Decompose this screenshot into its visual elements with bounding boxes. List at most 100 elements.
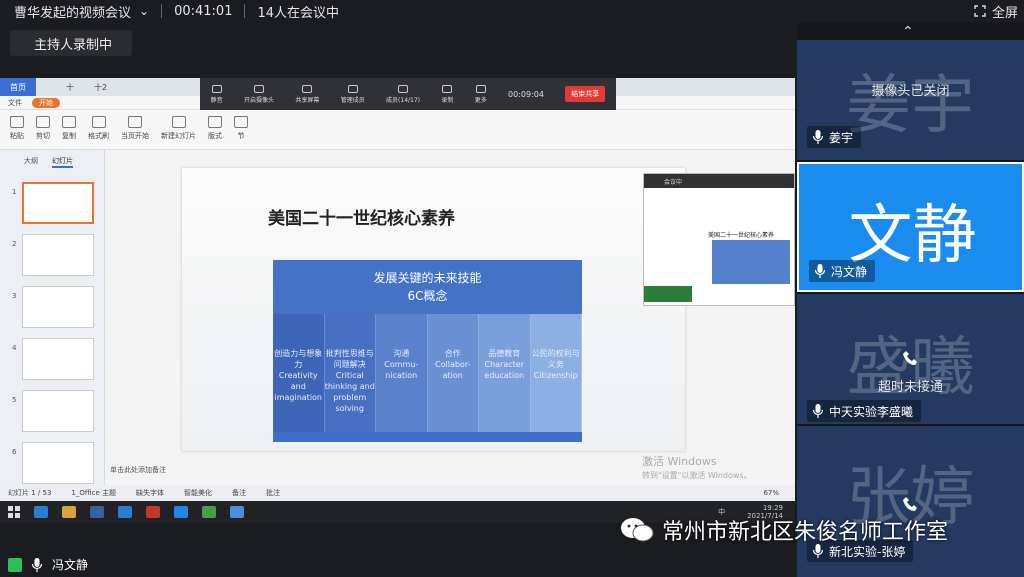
column-zh: 创造力与想象力: [274, 349, 323, 369]
microphone-icon[interactable]: [32, 557, 42, 572]
table-column: 批判性思维与问题解决 Critical thinking and problem …: [324, 314, 376, 432]
meeting-title[interactable]: 曹华发起的视频会议: [14, 2, 131, 21]
column-zh: 公民的权利与义务: [531, 349, 580, 369]
meeting-share-toolbar: 静音 开启摄像头 共享屏幕 管理成员 成员(14/17) 录制 更多 00:09…: [200, 78, 616, 110]
slide-thumbnail[interactable]: [22, 442, 94, 484]
notes-placeholder[interactable]: 单击此处添加备注: [110, 465, 166, 475]
ribbon-paste[interactable]: 粘贴: [10, 116, 24, 141]
missing-font[interactable]: 缺失字体: [136, 488, 164, 498]
participant-tile[interactable]: 张婷 新北实验-张婷: [797, 426, 1024, 577]
comments-toggle[interactable]: 批注: [266, 488, 280, 498]
beautify-button[interactable]: 智能美化: [184, 488, 212, 498]
edge-icon[interactable]: [34, 506, 48, 518]
call-timeout-text: 超时未接通: [877, 380, 943, 395]
share-screen-icon: [302, 84, 313, 93]
toolbar-record[interactable]: 录制: [441, 84, 453, 104]
cut-icon: [36, 116, 50, 128]
fullscreen-button[interactable]: 全屏: [974, 0, 1018, 22]
ribbon-play-current[interactable]: 当页开始: [121, 116, 149, 141]
mail-icon[interactable]: [118, 506, 132, 518]
table-columns: 创造力与想象力 Creativity and imagination 批判性思维与…: [273, 314, 582, 432]
microphone-icon: [813, 404, 823, 418]
brush-icon: [91, 116, 106, 128]
ribbon-copy[interactable]: 复制: [62, 116, 76, 141]
notes-toggle[interactable]: 备注: [232, 488, 246, 498]
fullscreen-label: 全屏: [991, 5, 1018, 21]
ribbon: 粘贴 剪切 复制 格式刷 当页开始 新建幻灯片 版式 节: [0, 110, 795, 150]
column-en: Critical thinking and problem solving: [324, 371, 375, 413]
phone-app-icon[interactable]: [174, 506, 188, 518]
toolbar-camera[interactable]: 开启摄像头: [244, 84, 274, 104]
6c-table: 发展关键的未来技能 6C概念 创造力与想象力 Creativity and ima…: [273, 260, 582, 442]
participant-tile[interactable]: 姜宇 摄像头已关闭 姜宇: [797, 40, 1024, 160]
slide-thumbnail[interactable]: [22, 182, 94, 224]
mini-meeting-window[interactable]: 会议中 美国二十一世纪核心素养: [643, 173, 795, 306]
ribbon-label: 复制: [62, 132, 76, 140]
thumb-number: 1: [12, 188, 17, 196]
windows-start-icon[interactable]: [8, 506, 20, 518]
user-icon: [398, 84, 409, 93]
toolbar-manage[interactable]: 管理成员: [341, 84, 365, 104]
slide-thumbnail[interactable]: [22, 286, 94, 328]
recording-badge-label: 主持人录制中: [34, 37, 113, 53]
fullscreen-icon: [974, 5, 986, 17]
photos-icon[interactable]: [202, 506, 216, 518]
store-icon[interactable]: [90, 506, 104, 518]
clock-time: 19:29: [762, 504, 783, 512]
zoom-level[interactable]: 67%: [763, 489, 779, 497]
self-name: 冯文静: [52, 558, 89, 572]
toolbar-share[interactable]: 共享屏幕: [295, 84, 319, 104]
meeting-window: 曹华发起的视频会议 ⌄ 00:41:01 14人在会议中 全屏 主持人录制中 首…: [0, 0, 1024, 577]
wps-icon[interactable]: [146, 506, 160, 518]
tab-outline[interactable]: 大纲: [24, 156, 38, 168]
meeting-app-icon[interactable]: [230, 506, 244, 518]
ribbon-label: 节: [237, 132, 245, 140]
tab-slides[interactable]: 幻灯片: [52, 156, 73, 168]
ribbon-layout[interactable]: 版式: [208, 116, 222, 141]
column-zh: 沟通: [393, 349, 410, 358]
menu-start[interactable]: 开始: [32, 97, 60, 108]
participant-name: 姜宇: [829, 130, 854, 145]
thumb-number: 6: [12, 448, 17, 456]
chevron-down-icon[interactable]: ⌄: [139, 4, 149, 18]
table-header: 发展关键的未来技能 6C概念: [273, 260, 582, 314]
tab-doc-1[interactable]: [36, 78, 56, 96]
participant-label: 冯文静: [809, 260, 876, 282]
thumb-number: 5: [12, 396, 17, 404]
participant-count: 14人在会议中: [257, 5, 340, 21]
ribbon-format-painter[interactable]: 格式刷: [88, 116, 109, 141]
toolbar-more[interactable]: 更多: [474, 84, 487, 104]
participant-tile[interactable]: 盛曦 超时未接通 中天实验李盛曦: [797, 294, 1024, 424]
ribbon-label: 格式刷: [88, 132, 109, 140]
column-zh: 品德教育: [488, 349, 521, 358]
thumb-number: 3: [12, 292, 17, 300]
end-share-button[interactable]: 结束共享: [565, 86, 606, 102]
ribbon-section[interactable]: 节: [234, 116, 248, 141]
microphone-icon: [813, 130, 823, 144]
toolbar-members[interactable]: 成员(14/17): [386, 84, 420, 104]
microphone-icon: [815, 264, 825, 278]
ribbon-new-slide[interactable]: 新建幻灯片: [161, 116, 196, 141]
divider: [161, 4, 163, 18]
folder-icon[interactable]: [62, 506, 76, 518]
table-header-line2: 6C概念: [407, 289, 448, 303]
toolbar-mute[interactable]: 静音: [210, 84, 223, 104]
tab-home[interactable]: 首页: [0, 78, 36, 96]
menu-file[interactable]: 文件: [8, 98, 22, 108]
tab-doc-2[interactable]: 十: [56, 78, 84, 96]
microphone-icon: [211, 84, 222, 93]
toolbar-label: 静音: [210, 96, 223, 104]
slide-thumbnail[interactable]: [22, 234, 94, 276]
toolbar-label: 更多: [474, 96, 487, 104]
slide-thumbnail[interactable]: [22, 390, 94, 432]
ribbon-cut[interactable]: 剪切: [36, 116, 50, 141]
slide-thumbnail[interactable]: [22, 338, 94, 380]
participant-tile-active[interactable]: 文静 冯文静: [797, 162, 1024, 292]
meeting-duration: 00:41:01: [174, 3, 233, 19]
activation-line: 转到"设置"以激活 Windows。: [642, 471, 752, 480]
slide-canvas[interactable]: 美国二十一世纪核心素养 发展关键的未来技能 6C概念 创造力与想象力 Creati…: [182, 168, 685, 451]
phone-icon: [903, 351, 917, 365]
tab-doc-3[interactable]: 十2: [84, 78, 117, 96]
chevron-up-icon[interactable]: ⌃: [902, 24, 914, 40]
camera-icon: [254, 84, 264, 93]
